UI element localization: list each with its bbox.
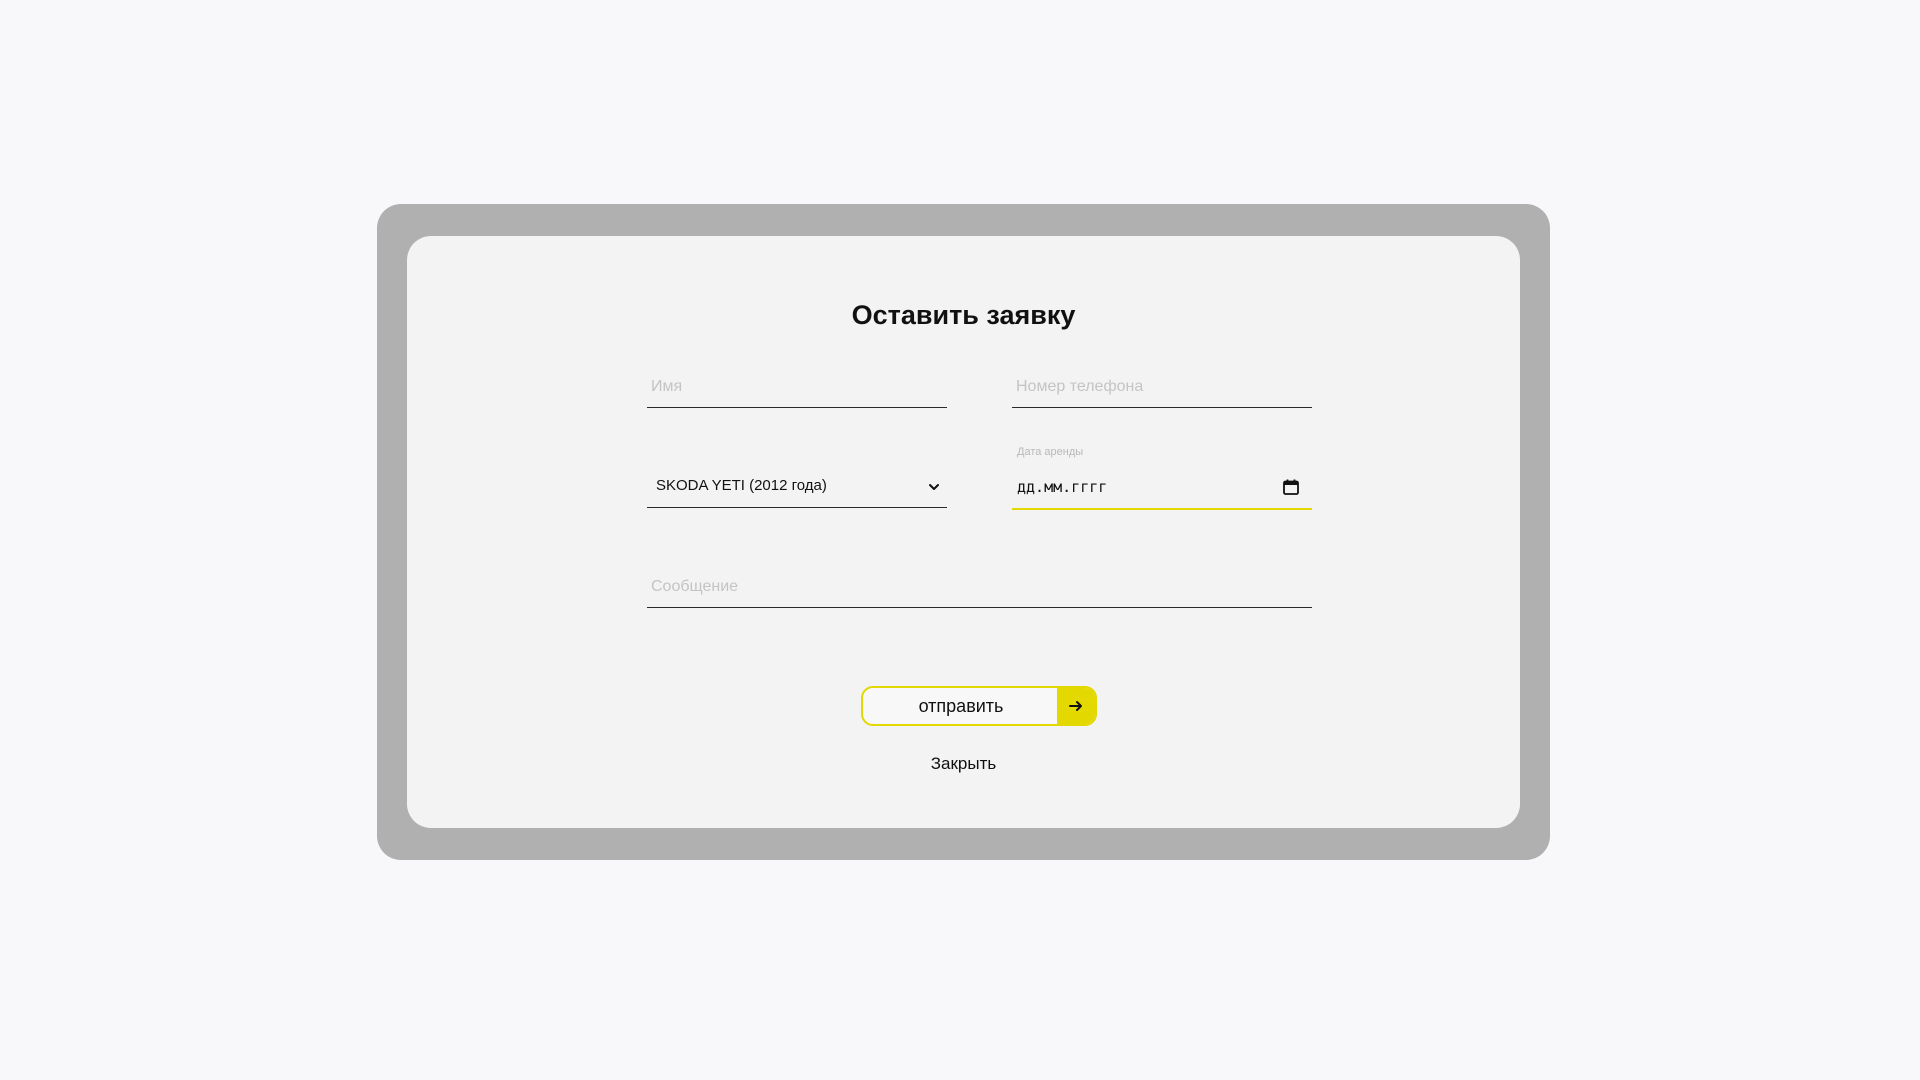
submit-button-label: отправить — [918, 696, 1004, 716]
calendar-icon[interactable] — [1282, 478, 1300, 496]
close-link[interactable]: Закрыть — [407, 754, 1520, 774]
modal-overlay: Оставить заявку SKODA YETI (2012 года) Д… — [377, 204, 1550, 860]
name-input[interactable] — [647, 366, 947, 407]
rental-date-field[interactable]: Дата аренды дд.мм.гггг — [1012, 446, 1312, 510]
message-input[interactable] — [647, 566, 1312, 607]
request-form-modal: Оставить заявку SKODA YETI (2012 года) Д… — [407, 236, 1520, 828]
phone-input[interactable] — [1012, 366, 1312, 407]
car-select[interactable]: SKODA YETI (2012 года) — [647, 466, 947, 508]
submit-button[interactable]: отправить — [861, 686, 1097, 726]
arrow-right-icon — [1057, 688, 1095, 724]
message-field — [647, 566, 1312, 608]
phone-field — [1012, 366, 1312, 408]
name-field — [647, 366, 947, 408]
chevron-down-icon — [929, 484, 939, 490]
car-select-value: SKODA YETI (2012 года) — [656, 477, 827, 494]
rental-date-value: дд.мм.гггг — [1017, 478, 1108, 496]
rental-date-label: Дата аренды — [1017, 446, 1084, 458]
form-title: Оставить заявку — [851, 300, 1076, 330]
